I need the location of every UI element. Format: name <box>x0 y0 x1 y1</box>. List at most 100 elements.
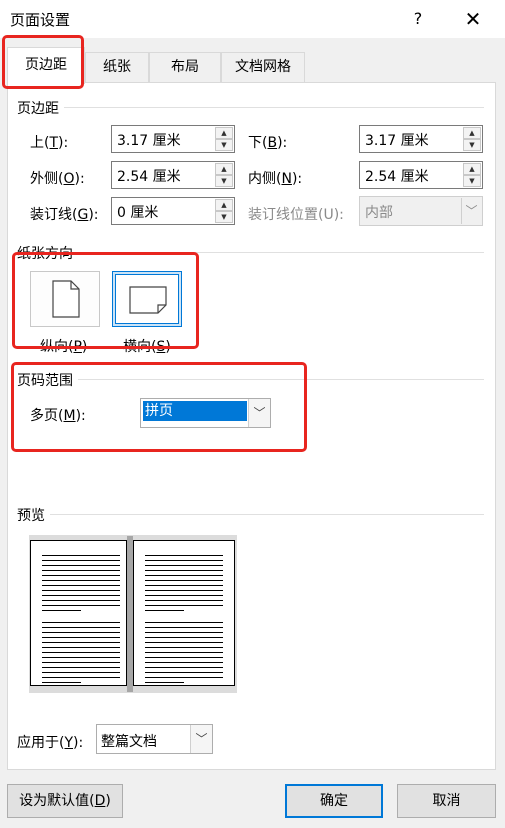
chevron-down-icon: ﹀ <box>461 198 481 224</box>
cancel-button[interactable]: 取消 <box>397 784 496 818</box>
gutter-position-value: 内部 <box>365 205 393 221</box>
preview-line <box>42 652 120 653</box>
outside-margin-spinner[interactable]: 2.54 厘米 ▲ ▼ <box>111 161 235 189</box>
preview-line <box>42 585 120 586</box>
preview-line <box>145 570 223 571</box>
preview-line <box>145 622 223 623</box>
preview-group-divider <box>50 514 484 515</box>
preview-line <box>145 575 223 576</box>
spin-down-icon[interactable]: ▼ <box>215 139 233 151</box>
spin-down-icon[interactable]: ▼ <box>215 211 233 223</box>
margins-group-divider <box>64 107 484 108</box>
spin-up-icon[interactable]: ▲ <box>463 127 481 139</box>
preview-line <box>42 657 120 658</box>
tab-layout[interactable]: 布局 <box>149 52 221 82</box>
preview-line <box>42 642 120 643</box>
preview-line <box>42 627 120 628</box>
bottom-margin-spinner[interactable]: 3.17 厘米 ▲ ▼ <box>359 125 483 153</box>
gutter-value: 0 厘米 <box>117 205 159 221</box>
preview-line <box>42 595 120 596</box>
orientation-group-divider <box>78 252 484 253</box>
preview-line <box>145 610 184 611</box>
multiple-pages-select[interactable]: 拼页 ﹀ <box>140 398 271 428</box>
tab-paper[interactable]: 纸张 <box>85 52 149 82</box>
orientation-group-title: 纸张方向 <box>17 243 77 263</box>
preview-line <box>42 605 120 606</box>
landscape-button[interactable] <box>112 271 182 327</box>
preview-line <box>145 642 223 643</box>
preview-line <box>42 580 120 581</box>
portrait-page-icon <box>52 280 80 318</box>
preview-group-title: 预览 <box>17 505 49 525</box>
portrait-button[interactable] <box>30 271 100 327</box>
preview-line <box>145 662 223 663</box>
pages-group-divider <box>78 379 484 380</box>
preview-line <box>145 677 223 678</box>
preview-right-page <box>133 540 235 686</box>
preview-line <box>145 595 223 596</box>
preview-line <box>42 662 120 663</box>
preview-line <box>42 610 81 611</box>
spin-up-icon[interactable]: ▲ <box>215 199 233 211</box>
preview-line <box>42 570 120 571</box>
preview-line <box>145 580 223 581</box>
preview-line <box>145 682 184 683</box>
preview-line <box>145 605 223 606</box>
preview-line <box>145 652 223 653</box>
preview-line <box>145 560 223 561</box>
bottom-margin-label: 下(B): <box>248 135 288 151</box>
preview-line <box>42 672 120 673</box>
spin-down-icon[interactable]: ▼ <box>463 139 481 151</box>
tab-document-grid[interactable]: 文档网格 <box>221 52 305 82</box>
preview-line <box>42 600 120 601</box>
top-margin-label: 上(T): <box>30 135 69 151</box>
preview-line <box>145 632 223 633</box>
preview-line <box>145 627 223 628</box>
multiple-pages-value: 拼页 <box>143 401 247 421</box>
spin-down-icon[interactable]: ▼ <box>215 175 233 187</box>
ok-button[interactable]: 确定 <box>285 784 383 818</box>
spin-down-icon[interactable]: ▼ <box>463 175 481 187</box>
preview-line <box>145 585 223 586</box>
gutter-label: 装订线(G): <box>30 207 99 223</box>
chevron-down-icon[interactable]: ﹀ <box>190 725 212 753</box>
apply-to-label: 应用于(Y): <box>17 735 84 751</box>
preview-line <box>145 667 223 668</box>
top-margin-spinner[interactable]: 3.17 厘米 ▲ ▼ <box>111 125 235 153</box>
preview-line <box>42 622 120 623</box>
preview-line <box>42 637 120 638</box>
set-default-button[interactable]: 设为默认值(D) <box>7 784 123 818</box>
gutter-spinner[interactable]: 0 厘米 ▲ ▼ <box>111 197 235 225</box>
preview-left-page <box>30 540 127 686</box>
landscape-label: 横向(S) <box>123 339 171 355</box>
preview-line <box>42 647 120 648</box>
preview-line <box>42 555 120 556</box>
portrait-label: 纵向(P) <box>40 339 88 355</box>
chevron-down-icon[interactable]: ﹀ <box>248 399 270 427</box>
spin-up-icon[interactable]: ▲ <box>463 163 481 175</box>
preview-line <box>42 590 120 591</box>
bottom-margin-value: 3.17 厘米 <box>365 133 429 149</box>
gutter-position-label: 装订线位置(U): <box>248 207 344 223</box>
help-button[interactable]: ? <box>405 6 431 32</box>
margins-group-title: 页边距 <box>17 98 63 118</box>
preview-line <box>145 555 223 556</box>
apply-to-select[interactable]: 整篇文档 ﹀ <box>96 724 213 754</box>
spin-up-icon[interactable]: ▲ <box>215 127 233 139</box>
preview-line <box>145 647 223 648</box>
inside-margin-spinner[interactable]: 2.54 厘米 ▲ ▼ <box>359 161 483 189</box>
preview-line <box>42 682 81 683</box>
multiple-pages-label: 多页(M): <box>30 408 86 424</box>
preview-line <box>145 672 223 673</box>
gutter-position-select: 内部 ﹀ <box>359 196 483 226</box>
preview-line <box>145 637 223 638</box>
preview-line <box>145 565 223 566</box>
preview-line <box>42 565 120 566</box>
preview-line <box>42 632 120 633</box>
tab-margins[interactable]: 页边距 <box>7 47 85 84</box>
spin-up-icon[interactable]: ▲ <box>215 163 233 175</box>
apply-to-value: 整篇文档 <box>101 734 157 750</box>
close-button[interactable]: ✕ <box>458 6 488 32</box>
inside-margin-value: 2.54 厘米 <box>365 169 429 185</box>
preview-line <box>145 657 223 658</box>
